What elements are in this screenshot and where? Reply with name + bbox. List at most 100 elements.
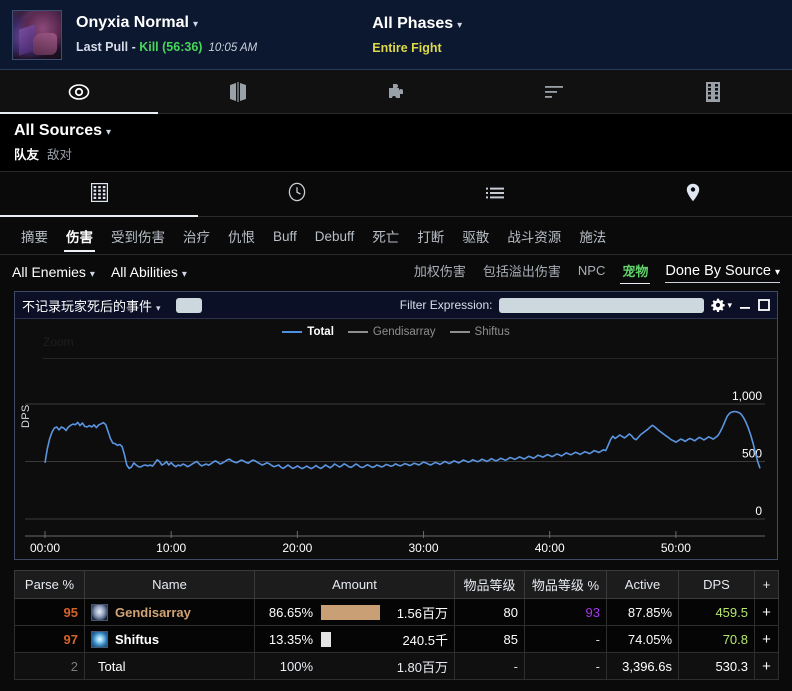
gear-icon[interactable]: ▾ [711,298,732,312]
enemies-dropdown[interactable]: All Enemies▾ [12,264,95,280]
minimize-icon[interactable] [739,299,751,311]
tab-addons[interactable] [317,70,475,114]
parse-value: 95 [64,605,78,620]
source-friendly-toggle[interactable]: 队友 [14,148,39,162]
metric-tab-8[interactable]: 打断 [408,217,453,255]
metric-tab-3[interactable]: 治疗 [174,217,219,255]
metric-tab-9[interactable]: 驱散 [453,217,498,255]
amount-percent: 100% [261,659,313,674]
view-list[interactable] [396,172,594,217]
metric-tab-7[interactable]: 死亡 [363,217,408,255]
metric-tab-5[interactable]: Buff [264,217,306,255]
cell-expand[interactable]: + [755,653,779,680]
filter-expression-label: Filter Expression: [400,298,493,312]
phase-section: All Phases▾ Entire Fight [372,14,462,57]
column-header-active[interactable]: Active [607,571,679,599]
legend-item-1[interactable]: Gendisarray [348,326,436,338]
filter-option-0[interactable]: 加权伤害 [414,261,466,283]
column-header-name[interactable]: Name [85,571,255,599]
death-filter-label: 不记录玩家死后的事件 [22,299,152,314]
cell-item-level: 85 [455,626,525,653]
tab-film[interactable] [634,70,792,114]
dps-chart-panel: 不记录玩家死后的事件▾ Filter Expression: ▾ [14,291,778,560]
amount-cell-content: 86.65%1.56百万 [261,603,448,622]
onyxia-portrait-icon [12,10,62,60]
abilities-label: All Abilities [111,264,178,280]
color-swatch-button[interactable] [176,298,202,313]
table-row[interactable]: 95Gendisarray86.65%1.56百万809387.85%459.5… [15,599,779,626]
player-name[interactable]: Shiftus [115,632,159,647]
legend-color-swatch [450,331,470,333]
metric-tab-4[interactable]: 仇恨 [219,217,264,255]
chevron-down-icon: ▾ [457,20,462,31]
amount-cell-content: 13.35%240.5千 [261,630,448,649]
cell-dps: 530.3 [679,653,755,680]
table-row[interactable]: 2Total100%1.80百万--3,396.6s530.3+ [15,653,779,680]
phase-selector[interactable]: All Phases▾ [372,14,462,36]
cell-expand[interactable]: + [755,626,779,653]
column-header-dps[interactable]: DPS [679,571,755,599]
expand-row-button[interactable]: + [762,604,771,621]
player-name[interactable]: Gendisarray [115,605,191,620]
metric-tab-6[interactable]: Debuff [306,217,364,255]
column-header-amount[interactable]: Amount [255,571,455,599]
filter-expression-input[interactable] [499,298,704,313]
tab-sort[interactable] [475,70,633,114]
player-name[interactable]: Total [98,659,125,674]
filter-option-2[interactable]: NPC [578,263,605,281]
column-header-parse[interactable]: Parse % [15,571,85,599]
sources-selector[interactable]: All Sources▾ [14,121,778,143]
view-timeline[interactable] [198,172,396,217]
metric-tab-label: Debuff [315,229,355,244]
filter-option-3[interactable]: 宠物 [622,261,648,283]
view-map[interactable] [594,172,792,217]
metric-tab-label: 受到伤害 [111,226,165,246]
damage-table: Parse %NameAmount物品等级物品等级 %ActiveDPS+ 95… [14,570,778,680]
name-cell-content: Shiftus [91,631,248,648]
column-header-ilvlpct[interactable]: 物品等级 % [525,571,607,599]
legend-item-0[interactable]: Total [282,326,334,338]
chart-legend: Total Gendisarray Shiftus [15,319,777,341]
maximize-icon[interactable] [758,299,770,311]
cell-parse: 95 [15,599,85,626]
source-enemy-toggle[interactable]: 敌对 [47,148,72,162]
pull-duration: (56:36) [162,40,202,54]
tab-compare[interactable] [158,70,316,114]
done-by-label: Done By Source [665,263,771,279]
metric-tab-10[interactable]: 战斗资源 [498,217,570,255]
metric-tab-0[interactable]: 摘要 [12,217,57,255]
view-table[interactable] [0,172,198,217]
x-tick-label: 10:00 [156,541,186,555]
filter-option-1[interactable]: 包括溢出伤害 [483,261,561,283]
death-filter-dropdown[interactable]: 不记录玩家死后的事件▾ [22,296,161,315]
name-cell-content: Gendisarray [91,604,248,621]
cell-expand[interactable]: + [755,599,779,626]
table-row[interactable]: 97Shiftus13.35%240.5千85-74.05%70.8+ [15,626,779,653]
expand-row-button[interactable]: + [762,658,771,675]
metric-tab-1[interactable]: 伤害 [57,217,102,255]
abilities-dropdown[interactable]: All Abilities▾ [111,264,187,280]
primary-icon-tabbar [0,70,792,114]
column-header-expand[interactable]: + [755,571,779,599]
pull-result: Kill [139,40,158,54]
expand-row-button[interactable]: + [762,631,771,648]
pull-clock: 10:05 AM [208,42,257,54]
cell-dps: 70.8 [679,626,755,653]
eye-icon [68,84,90,100]
encounter-header: Onyxia Normal▾ Last Pull - Kill (56:36)1… [0,0,792,70]
amount-bar-track [321,659,389,674]
done-by-source-dropdown[interactable]: Done By Source▾ [665,263,780,282]
sources-section: All Sources▾ 队友敌对 [0,114,792,172]
bullet-list-icon [486,186,504,204]
tab-overview[interactable] [0,70,158,114]
column-header-ilvl[interactable]: 物品等级 [455,571,525,599]
cell-amount: 100%1.80百万 [255,653,455,680]
amount-value: 240.5千 [402,630,448,649]
metric-tab-11[interactable]: 施法 [570,217,615,255]
metric-tab-2[interactable]: 受到伤害 [102,217,174,255]
view-icon-tabbar [0,172,792,217]
legend-color-swatch [348,331,368,333]
metric-tab-label: 死亡 [372,226,399,246]
legend-item-2[interactable]: Shiftus [450,326,510,338]
encounter-selector[interactable]: Onyxia Normal▾ [76,13,257,35]
